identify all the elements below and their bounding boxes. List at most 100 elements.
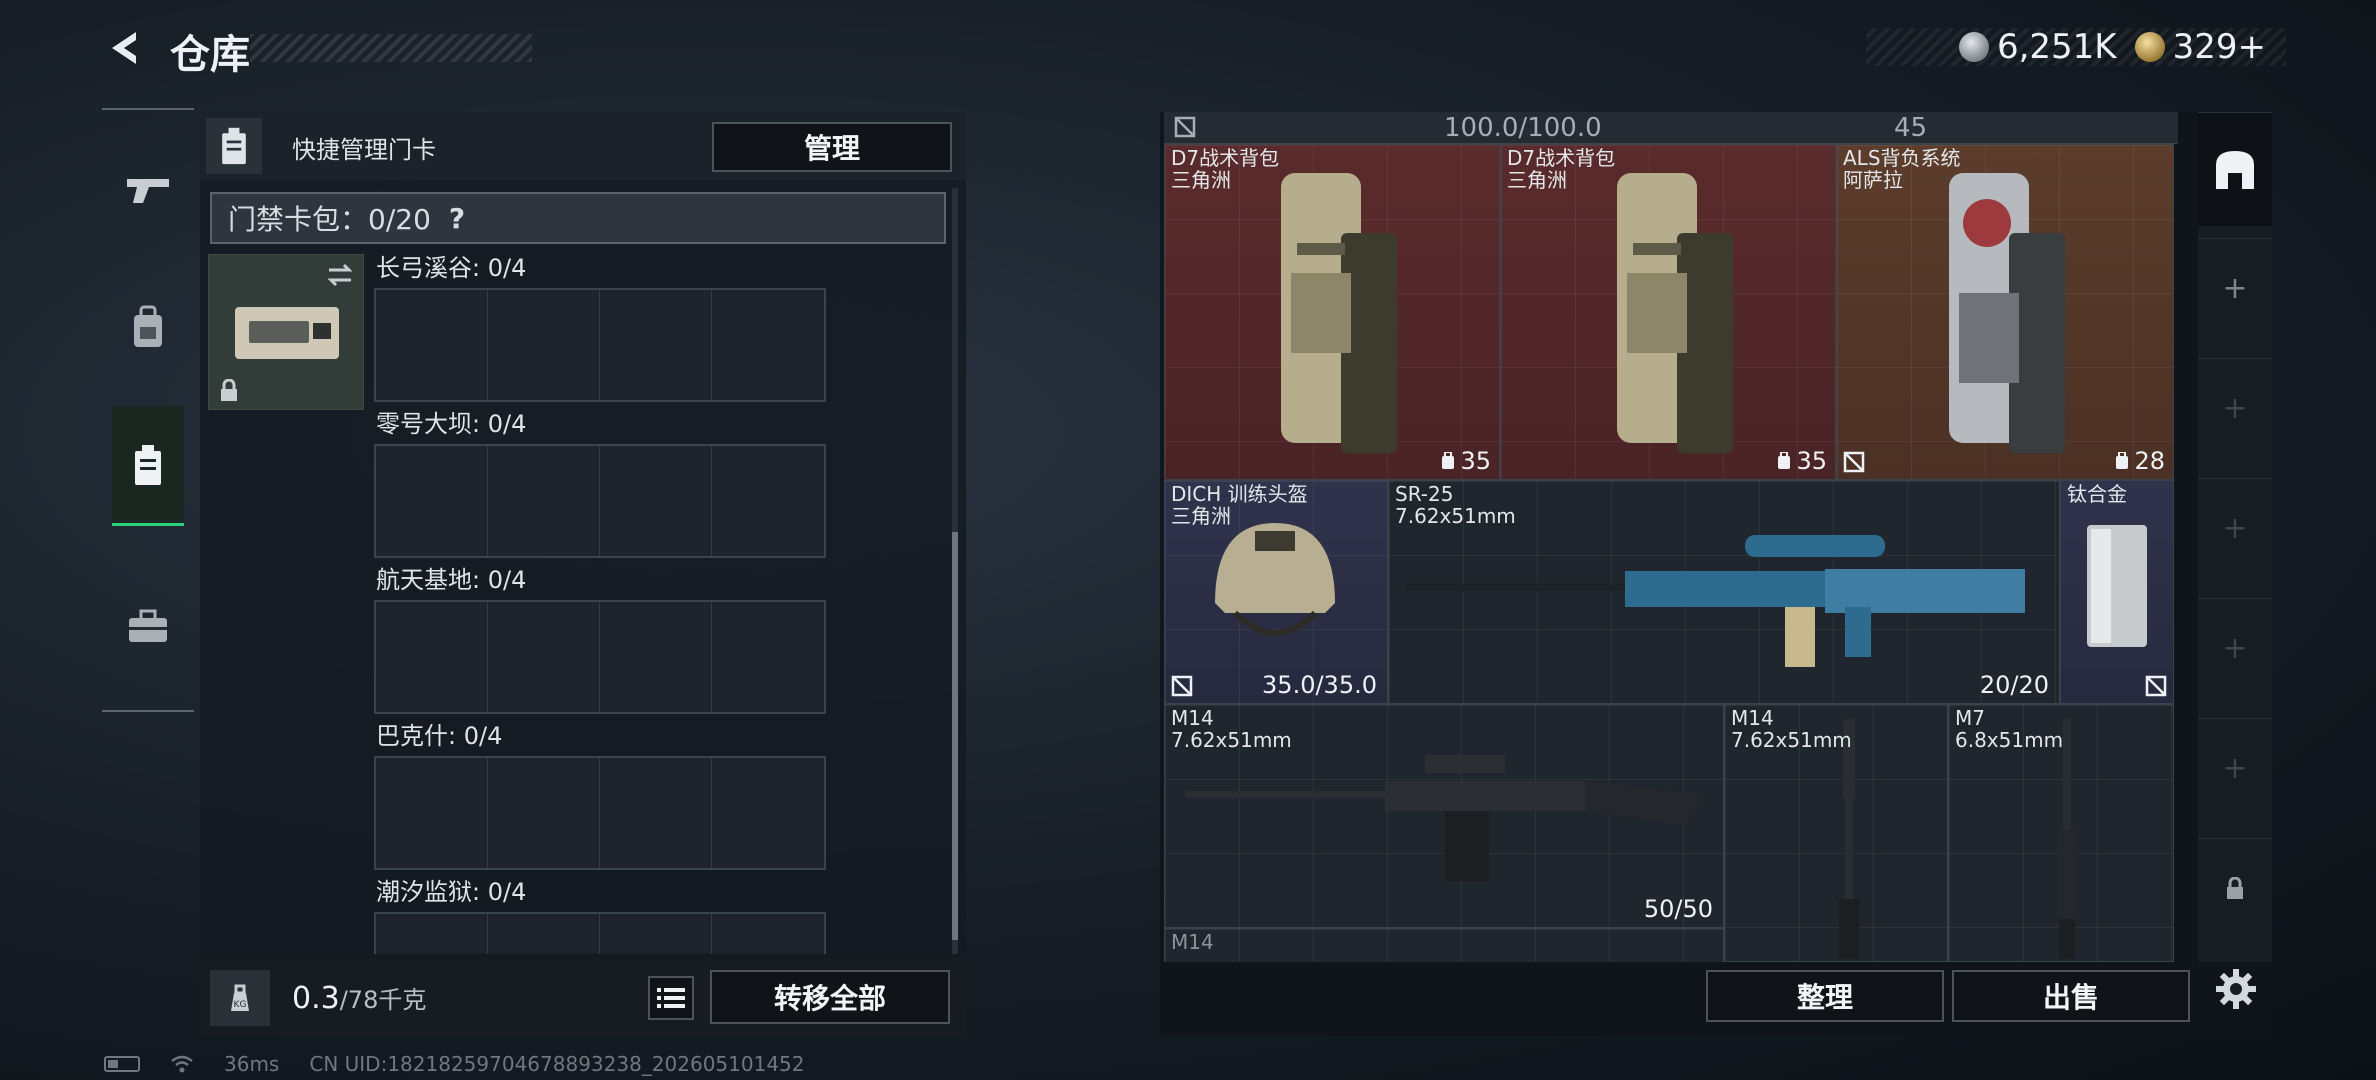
side-tab-locked[interactable] xyxy=(2198,838,2272,938)
wifi-icon xyxy=(171,1055,193,1073)
transfer-all-button[interactable]: 转移全部 xyxy=(710,970,950,1024)
keycard-wallet-bar[interactable]: 门禁卡包：0/20 ? xyxy=(210,192,946,244)
item-name: 钛合金 xyxy=(2067,482,2127,506)
map-slots-zero-dam[interactable] xyxy=(374,444,826,558)
uid-text: CN UID:18218259704678893238_202605101452 xyxy=(309,1052,805,1076)
side-tab-home[interactable] xyxy=(2198,112,2272,226)
rifle-icon xyxy=(1405,535,2025,667)
item-capacity: 28 xyxy=(2114,447,2165,475)
item-caliber: 7.62x51mm xyxy=(1395,504,1516,528)
inventory-item-titanium[interactable]: 钛合金 xyxy=(2060,480,2174,704)
map-label-zero-dam: 零号大坝: 0/4 xyxy=(376,410,527,438)
no-insurance-icon xyxy=(1174,116,1196,138)
toolbox-icon xyxy=(129,609,167,642)
transfer-icon[interactable] xyxy=(325,261,355,289)
back-button[interactable] xyxy=(100,26,146,70)
rifle-vertical-icon xyxy=(2057,719,2077,959)
inventory-item-als-carrier[interactable]: ALS背负系统 阿萨拉 28 xyxy=(1836,144,2174,480)
side-tab-add-3[interactable]: + xyxy=(2198,478,2272,578)
list-view-button[interactable] xyxy=(648,976,694,1020)
sell-button[interactable]: 出售 xyxy=(1952,970,2190,1022)
backpack-small-icon xyxy=(1442,452,1455,469)
weight-capacity: /78千克 xyxy=(339,986,427,1014)
item-name: D7战术背包 xyxy=(1171,146,1280,170)
backpack-icon xyxy=(1281,173,1397,453)
inventory-item-d7-backpack-1[interactable]: D7战术背包 三角洲 35 xyxy=(1164,144,1500,480)
rifle-icon xyxy=(1185,755,1705,881)
inventory-item-d7-backpack-2[interactable]: D7战术背包 三角洲 35 xyxy=(1500,144,1836,480)
no-insurance-icon xyxy=(1843,451,1865,473)
item-capacity: 35 xyxy=(1440,447,1491,475)
keycard-wallet-label: 门禁卡包：0/20 xyxy=(228,203,431,236)
backpack-icon xyxy=(134,305,162,347)
item-name: M14 xyxy=(1171,930,1214,954)
home-icon xyxy=(2216,150,2254,189)
item-origin: 阿萨拉 xyxy=(1843,168,1903,192)
silver-coin-icon xyxy=(1958,32,1989,62)
item-capacity: 35 xyxy=(1776,447,1827,475)
item-durability: 35.0/35.0 xyxy=(1262,671,1377,699)
backpack-icon xyxy=(1949,173,2065,453)
map-slots-brakkesh[interactable] xyxy=(374,756,826,870)
sort-button[interactable]: 整理 xyxy=(1706,970,1944,1022)
item-caliber: 6.8x51mm xyxy=(1955,728,2064,752)
page-title: 仓库 xyxy=(170,32,250,78)
inventory-panel: 100.0/100.0 45 D7战术背包 三角洲 35 D7战术背包 三角洲 … xyxy=(1160,112,2272,1036)
list-icon xyxy=(657,988,685,1008)
gold-coin-icon xyxy=(2134,32,2165,62)
inventory-grid: 100.0/100.0 45 D7战术背包 三角洲 35 D7战术背包 三角洲 … xyxy=(1164,112,2178,962)
nav-keycards[interactable] xyxy=(112,406,184,526)
item-ammo-count: 20/20 xyxy=(1979,671,2049,699)
weight-icon: KG xyxy=(210,970,270,1026)
gold-currency[interactable]: 329+ xyxy=(2134,27,2266,67)
inventory-item-m7[interactable]: M7 6.8x51mm xyxy=(1948,704,2174,962)
inventory-item-sr25[interactable]: SR-25 7.62x51mm 20/20 xyxy=(1388,480,2060,704)
backpack-icon xyxy=(1617,173,1733,453)
side-tab-add-1[interactable]: + xyxy=(2198,238,2272,338)
side-tab-add-5[interactable]: + xyxy=(2198,718,2272,818)
rifle-vertical-icon xyxy=(1839,719,1859,959)
item-name: DICH 训练头盔 xyxy=(1171,482,1308,506)
keycard-icon xyxy=(222,127,246,165)
side-tab-add-4[interactable]: + xyxy=(2198,598,2272,698)
inventory-side-tabs: + + + + + xyxy=(2198,112,2272,962)
battery-icon xyxy=(104,1056,140,1072)
gold-amount: 329+ xyxy=(2172,27,2266,67)
inventory-top-strip[interactable]: 100.0/100.0 45 xyxy=(1164,112,2178,144)
keycard-header-icon-box xyxy=(206,118,262,174)
settings-button[interactable] xyxy=(2200,952,2272,1026)
backpack-small-icon xyxy=(2116,452,2129,469)
help-icon[interactable]: ? xyxy=(449,202,465,235)
keycard-scroll-thumb[interactable] xyxy=(952,532,958,940)
map-label-longbow-valley: 长弓溪谷: 0/4 xyxy=(376,254,527,282)
no-insurance-icon xyxy=(2145,675,2167,697)
nav-weapons[interactable] xyxy=(112,130,184,250)
inventory-item-m14-1[interactable]: M14 7.62x51mm 50/50 xyxy=(1164,704,1724,928)
keycard-panel: 快捷管理门卡 管理 门禁卡包：0/20 ? 长弓溪谷: 0/4 零号大坝: 0/… xyxy=(200,112,966,1036)
manage-button[interactable]: 管理 xyxy=(712,122,952,172)
inventory-item-m14-2[interactable]: M14 7.62x51mm xyxy=(1724,704,1948,962)
item-name: M14 xyxy=(1171,706,1214,730)
nav-equipment[interactable] xyxy=(112,268,184,388)
currency-bar: 6,251K 329+ xyxy=(1866,27,2286,67)
item-name: D7战术背包 xyxy=(1507,146,1616,170)
inventory-item-dich-helmet[interactable]: DICH 训练头盔 三角洲 35.0/35.0 xyxy=(1164,480,1388,704)
nav-toolbox[interactable] xyxy=(112,566,184,686)
map-slots-space-base[interactable] xyxy=(374,600,826,714)
side-tab-add-2[interactable]: + xyxy=(2198,358,2272,458)
map-slots-longbow-valley[interactable] xyxy=(374,288,826,402)
map-slots-tide-prison[interactable] xyxy=(374,912,826,954)
weight-readout: 0.3/78千克 xyxy=(292,980,426,1016)
keycard-item-slot[interactable] xyxy=(208,254,364,410)
lock-icon xyxy=(2227,876,2243,899)
no-insurance-icon xyxy=(1171,675,1193,697)
map-label-tide-prison: 潮汐监狱: 0/4 xyxy=(376,878,527,906)
top-item-capacity: 45 xyxy=(1894,113,1928,143)
ping-text: 36ms xyxy=(224,1052,280,1076)
svg-text:KG: KG xyxy=(234,1000,247,1010)
keycard-icon xyxy=(135,444,161,485)
inventory-item-m14-3[interactable]: M14 xyxy=(1164,928,1724,962)
back-arrow-icon xyxy=(112,32,136,64)
item-name: M7 xyxy=(1955,706,1985,730)
silver-currency[interactable]: 6,251K xyxy=(1958,27,2117,67)
